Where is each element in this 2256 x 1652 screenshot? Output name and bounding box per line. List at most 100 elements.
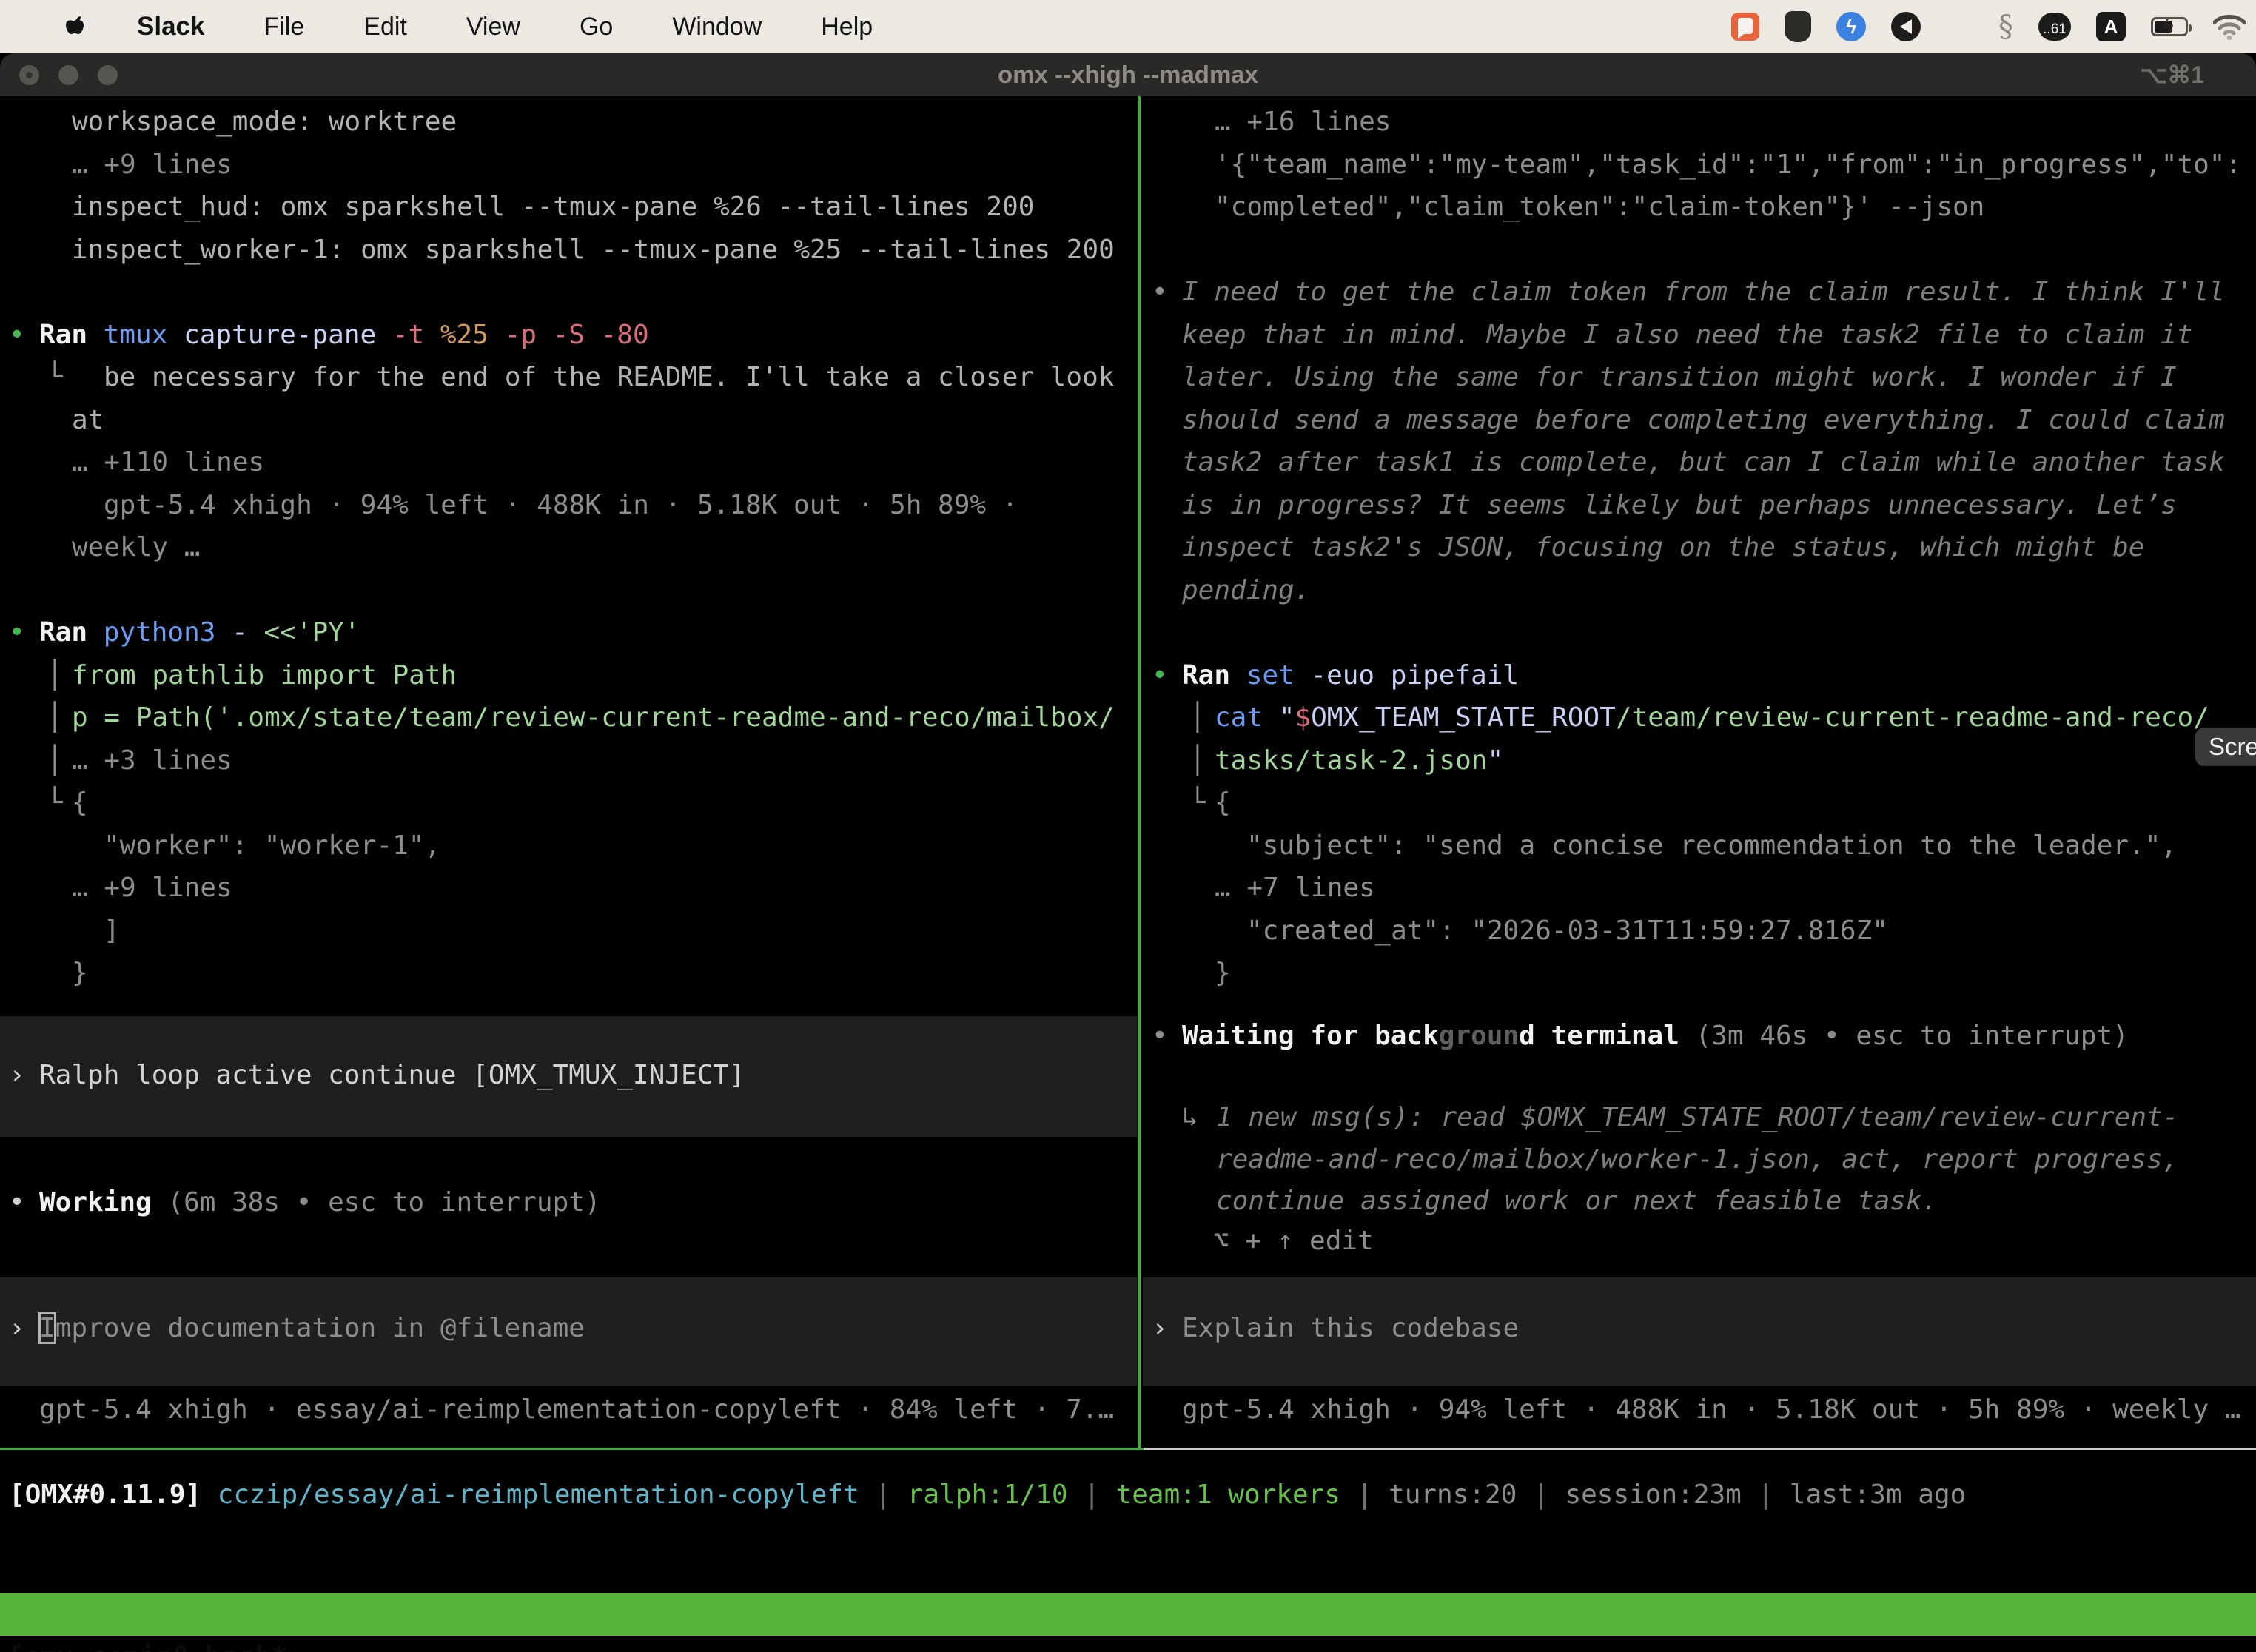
terminal-line: inspect_hud: omx sparkshell --tmux-pane … xyxy=(0,186,1137,229)
active-app-name[interactable]: Slack xyxy=(137,12,204,41)
text-segment: … +16 lines xyxy=(1215,107,1391,137)
text-segment: should send a message before completing … xyxy=(1182,405,2225,435)
apple-menu-icon[interactable] xyxy=(63,14,85,39)
line-text: Ran python3 - <<'PY' xyxy=(39,611,360,654)
text-segment: (6m 38s • esc to interrupt) xyxy=(152,1187,601,1218)
text-segment: from pathlib import Path xyxy=(72,660,457,691)
line-text: '{"team_name":"my-team","task_id":"1","f… xyxy=(1215,144,2241,187)
text-segment: Working xyxy=(39,1187,152,1218)
a-app-icon[interactable]: A xyxy=(2096,12,2126,41)
menu-item-go[interactable]: Go xyxy=(580,13,613,41)
terminal-line: at xyxy=(0,399,1137,442)
text-segment: capture-pane xyxy=(167,320,376,350)
terminal-line: … +7 lines xyxy=(1143,867,2256,910)
terminal-line: "created_at": "2026-03-31T11:59:27.816Z" xyxy=(1143,910,2256,953)
text-segment: later. Using the same for transition mig… xyxy=(1182,362,2177,392)
terminal-line: │tasks/task-2.json" xyxy=(1143,739,2256,782)
terminal-line xyxy=(0,569,1137,612)
line-text: inspect task2's JSON, focusing on the st… xyxy=(1182,526,2144,569)
terminal-line: workspace_mode: worktree xyxy=(0,101,1137,144)
text-segment: ralph:1/10 xyxy=(907,1480,1068,1510)
text-segment: inspect task2's JSON, focusing on the st… xyxy=(1182,532,2144,563)
line-text: Working (6m 38s • esc to interrupt) xyxy=(39,1181,601,1224)
text-segment: 1 new msg(s): read $OMX_TEAM_STATE_ROOT/… xyxy=(1216,1102,2178,1132)
line-text: pending. xyxy=(1182,569,1310,612)
text-segment: gpt-5.4 xhigh · 94% left · 488K in · 5.1… xyxy=(104,490,1018,520)
terminal-line: … +9 lines xyxy=(0,144,1137,187)
line-text: "worker": "worker-1", xyxy=(104,825,440,867)
line-text: I need to get the claim token from the c… xyxy=(1182,271,2225,314)
screen-sharing-indicator-icon[interactable] xyxy=(1731,13,1759,41)
app-grid-icon[interactable] xyxy=(1946,13,1973,41)
text-segment: continue assigned work or next feasible … xyxy=(1216,1186,1938,1216)
tmux-pane-divider[interactable] xyxy=(1138,96,1141,1450)
wifi-icon[interactable] xyxy=(2213,13,2246,40)
line-text: ] xyxy=(104,910,120,953)
text-segment: { xyxy=(1215,788,1231,818)
terminal-line: "completed","claim_token":"claim-token"}… xyxy=(1143,186,2256,229)
text-segment: workspace_mode: worktree xyxy=(72,107,457,137)
text-segment: | xyxy=(859,1480,907,1510)
line-text: later. Using the same for transition mig… xyxy=(1182,356,2177,399)
badge-61-icon[interactable]: ..61 xyxy=(2038,13,2071,41)
line-text: task2 after task1 is complete, but can I… xyxy=(1182,441,2225,484)
text-segment: is in progress? It seems likely but perh… xyxy=(1182,490,2177,520)
macos-menu-bar: Slack FileEditViewGoWindowHelp ϟ § ..61 … xyxy=(0,0,2256,53)
terminal-line: •Ran tmux capture-pane -t %25 -p -S -80 xyxy=(0,314,1137,357)
terminal-window: omx --xhigh --madmax ⌥⌘1 workspace_mode:… xyxy=(0,53,2256,1652)
menu-item-file[interactable]: File xyxy=(263,13,304,41)
line-text: … +3 lines xyxy=(72,739,232,782)
bolt-app-icon[interactable]: ϟ xyxy=(1836,12,1866,41)
line-text: Waiting for background terminal (3m 46s … xyxy=(1182,1015,2129,1058)
terminal-line: … +9 lines xyxy=(0,867,1137,910)
line-text: cat "$OMX_TEAM_STATE_ROOT/team/review-cu… xyxy=(1215,696,2209,739)
terminal-line: │p = Path('.omx/state/team/review-curren… xyxy=(0,696,1137,739)
line-text: readme-and-reco/mailbox/worker-1.json, a… xyxy=(1216,1138,2178,1181)
edit-hint-line: ⌥ + ↑ edit xyxy=(1143,1220,2256,1263)
line-marker: • xyxy=(1152,271,1168,314)
line-text: keep that in mind. Maybe I also need the… xyxy=(1182,314,2192,357)
line-text: 1 new msg(s): read $OMX_TEAM_STATE_ROOT/… xyxy=(1216,1096,2178,1139)
menu-item-window[interactable]: Window xyxy=(672,13,762,41)
tmux-pane-right[interactable]: … +16 lines '{"team_name":"my-team","task… xyxy=(1143,96,2256,1450)
text-segment: session:23m xyxy=(1565,1480,1741,1510)
pane-bottom-border-active xyxy=(0,1448,1144,1450)
text-segment: tasks/task-2.json xyxy=(1215,745,1487,776)
terminal-content[interactable]: workspace_mode: worktree… +9 linesinspec… xyxy=(0,96,2256,1652)
terminal-line: │cat "$OMX_TEAM_STATE_ROOT/team/review-c… xyxy=(1143,696,2256,739)
text-segment: groun xyxy=(1439,1021,1519,1051)
line-text: inspect_worker-1: omx sparkshell --tmux-… xyxy=(72,229,1115,272)
menu-item-help[interactable]: Help xyxy=(821,13,873,41)
waiting-status-line: •Waiting for background terminal (3m 46s… xyxy=(1143,1015,2256,1058)
text-segment: (3m 46s • esc to interrupt) xyxy=(1679,1021,2129,1051)
tmux-pane-left[interactable]: workspace_mode: worktree… +9 linesinspec… xyxy=(0,96,1137,1450)
text-segment: Ran xyxy=(39,617,104,648)
terminal-line xyxy=(0,271,1137,314)
menu-item-edit[interactable]: Edit xyxy=(363,13,407,41)
terminal-line: "worker": "worker-1", xyxy=(0,825,1137,867)
line-text: … +9 lines xyxy=(72,867,232,910)
privacy-shield-icon[interactable] xyxy=(1785,11,1811,42)
text-segment: " xyxy=(1487,745,1503,776)
line-marker: │ xyxy=(1189,696,1206,739)
menu-items: File Edit View Go Window Help xyxy=(204,13,873,41)
window-titlebar[interactable]: omx --xhigh --madmax ⌥⌘1 xyxy=(0,53,2256,96)
line-marker: │ xyxy=(47,696,63,739)
terminal-line: … +16 lines xyxy=(1143,101,2256,144)
terminal-line: pending. xyxy=(1143,569,2256,612)
line-text: Ran tmux capture-pane -t %25 -p -S -80 xyxy=(39,314,649,357)
squiggle-app-icon[interactable]: § xyxy=(1998,10,2013,44)
terminal-line: should send a message before completing … xyxy=(1143,399,2256,442)
line-text: gpt-5.4 xhigh · 94% left · 488K in · 5.1… xyxy=(104,484,1018,527)
text-segment: … +110 lines xyxy=(72,447,264,477)
line-text: workspace_mode: worktree xyxy=(72,101,457,144)
menu-item-view[interactable]: View xyxy=(466,13,520,41)
battery-icon[interactable]: ϟ xyxy=(2151,17,2188,36)
text-segment: ⌥ + ↑ edit xyxy=(1213,1226,1374,1256)
terminal-line: │from pathlib import Path xyxy=(0,654,1137,697)
play-circle-app-icon[interactable] xyxy=(1891,12,1921,41)
window-title: omx --xhigh --madmax xyxy=(0,53,2256,96)
line-marker: ↳ xyxy=(1182,1096,1198,1139)
text-segment: I xyxy=(39,1313,56,1343)
line-text: gpt-5.4 xhigh · essay/ai-reimplementatio… xyxy=(39,1389,1114,1431)
